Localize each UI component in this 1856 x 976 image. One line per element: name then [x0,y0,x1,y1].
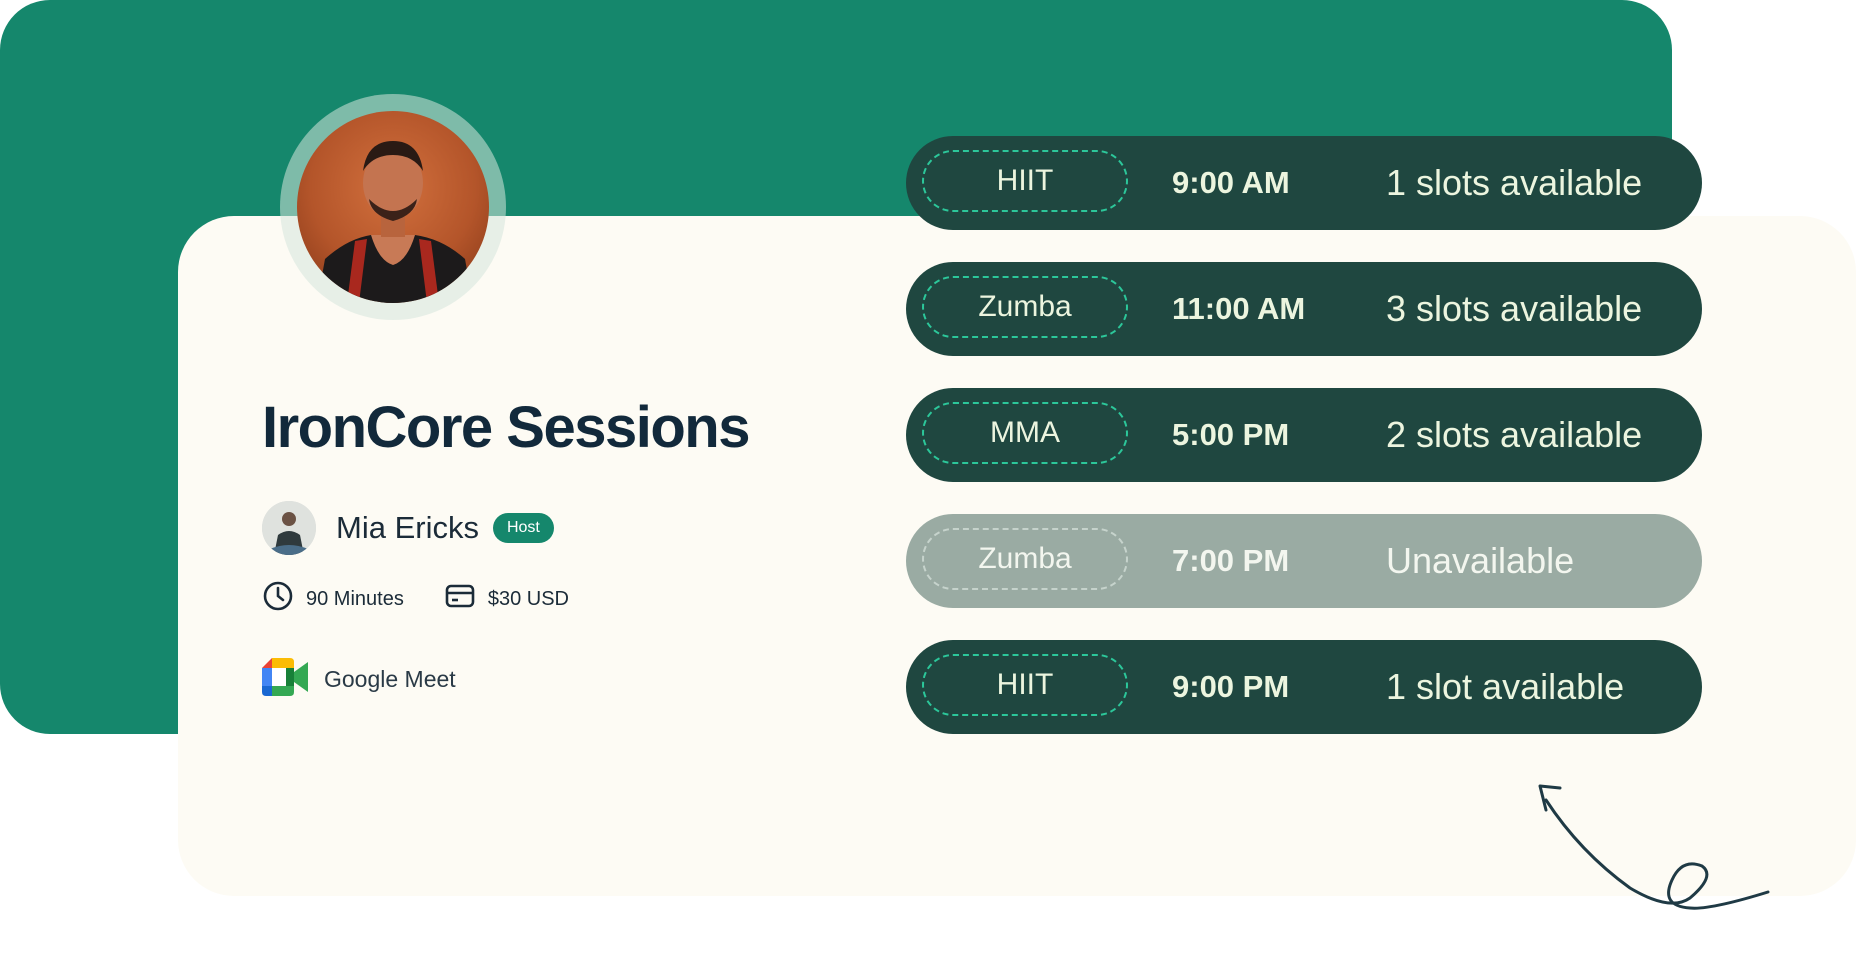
trainer-avatar [297,111,489,303]
duration-label: 90 Minutes [306,587,404,610]
slot-time: 5:00 PM [1172,417,1290,452]
slot-availability: 3 slots available [1386,288,1643,329]
host-row: Mia Ericks Host [262,500,554,556]
price-info: $30 USD [444,580,569,618]
slot-class: Zumba [922,276,1128,338]
time-slot[interactable]: Zumba 11:00 AM 3 slots available [906,262,1702,356]
slot-class: HIIT [922,150,1128,212]
duration-info: 90 Minutes [262,580,404,618]
card-icon [444,580,488,618]
slot-time: 11:00 AM [1172,291,1306,326]
host-badge: Host [492,513,554,543]
event-meta: 90 Minutes $30 USD [262,580,609,618]
time-slot-unavailable: Zumba 7:00 PM Unavailable [906,514,1702,608]
host-avatar [262,501,316,555]
platform-info: Google Meet [262,658,456,701]
slot-availability: 1 slots available [1386,162,1643,203]
time-slot[interactable]: HIIT 9:00 PM 1 slot available [906,640,1702,734]
slot-time: 7:00 PM [1172,543,1290,578]
google-meet-icon [262,658,308,701]
slot-time: 9:00 AM [1172,165,1290,200]
time-slot[interactable]: MMA 5:00 PM 2 slots available [906,388,1702,482]
curly-arrow-icon [1510,780,1780,925]
time-slot[interactable]: HIIT 9:00 AM 1 slots available [906,136,1702,230]
slot-class: HIIT [922,654,1128,716]
host-name: Mia Ericks [336,510,479,545]
slot-availability: 2 slots available [1386,414,1643,455]
platform-label: Google Meet [324,666,456,692]
price-label: $30 USD [487,587,569,610]
slot-availability: Unavailable [1386,540,1575,581]
slot-class: MMA [922,402,1128,464]
slot-availability: 1 slot available [1386,666,1625,707]
slot-time: 9:00 PM [1172,669,1290,704]
slot-class: Zumba [922,528,1128,590]
clock-icon [262,580,306,618]
event-title: IronCore Sessions [262,395,750,460]
